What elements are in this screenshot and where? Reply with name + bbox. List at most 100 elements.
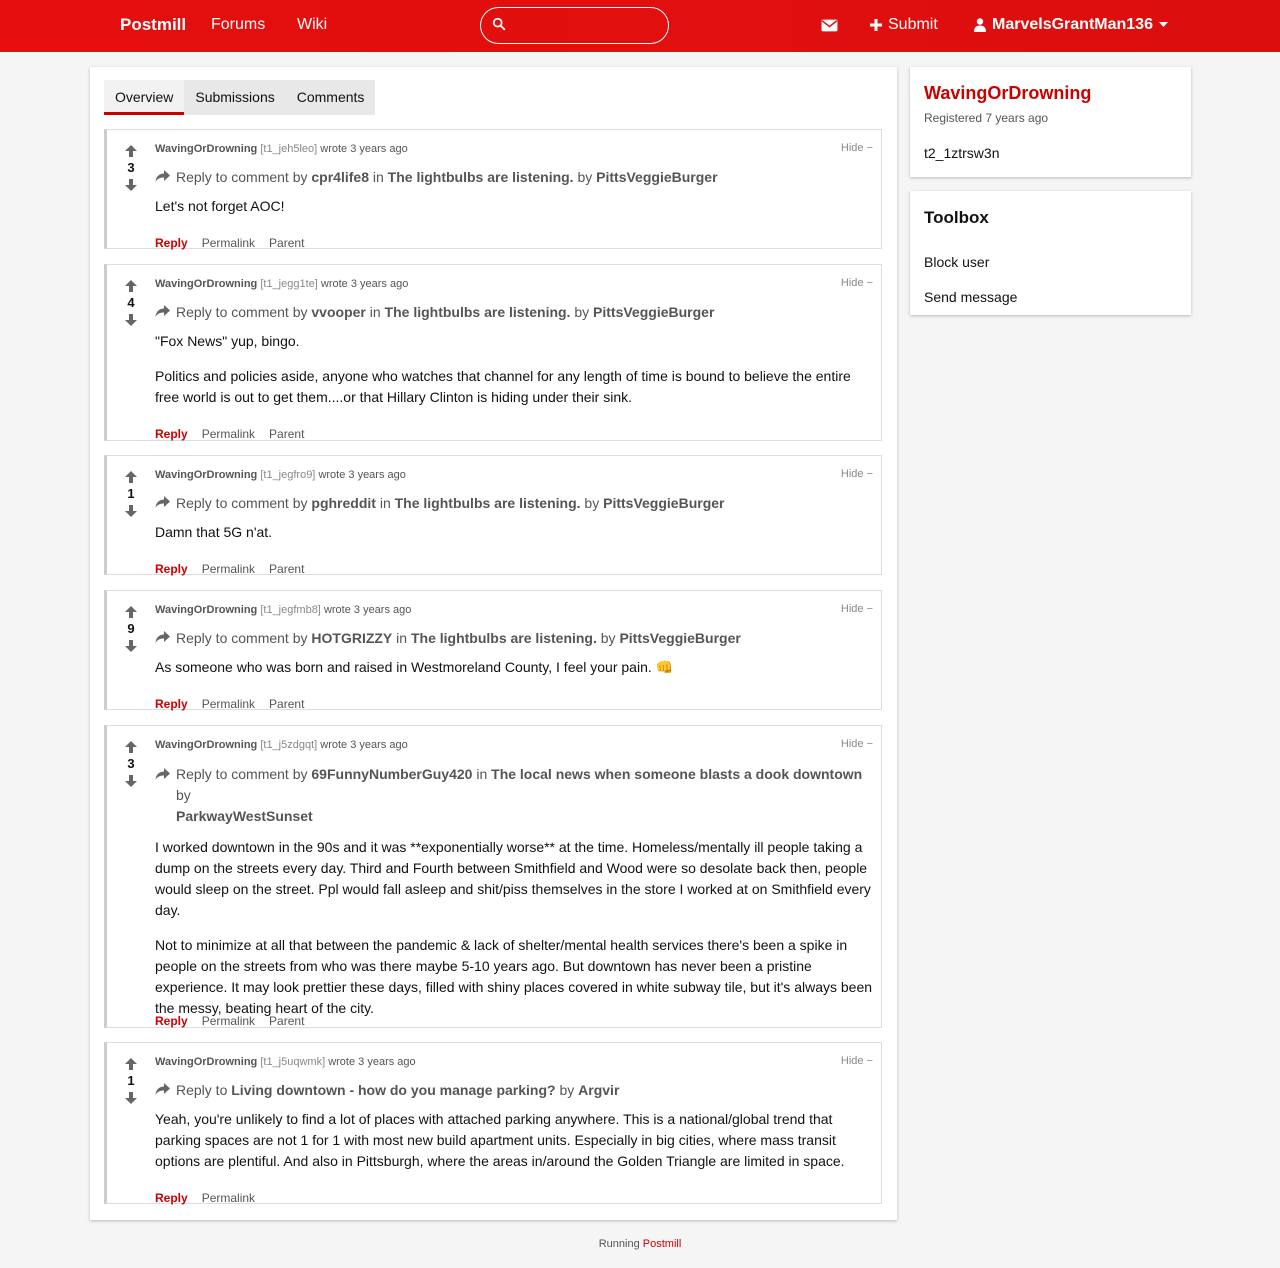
- post-author-link[interactable]: PittsVeggieBurger: [619, 630, 740, 646]
- parent-user-link[interactable]: 69FunnyNumberGuy420: [311, 766, 472, 782]
- comment-item: 3 WavingOrDrowning [t1_j5zdgqt] wrote 3 …: [104, 725, 882, 1028]
- search-input[interactable]: [515, 14, 655, 38]
- user-menu[interactable]: MarvelsGrantMan136: [974, 16, 1168, 34]
- footer-postmill-link[interactable]: Postmill: [643, 1238, 682, 1250]
- share-arrow-icon: [155, 170, 170, 182]
- downvote-arrow-icon[interactable]: [124, 178, 138, 192]
- comment-author[interactable]: WavingOrDrowning: [155, 469, 257, 481]
- nav-forums[interactable]: Forums: [211, 16, 265, 34]
- comment-item: 9 WavingOrDrowning [t1_jegfmb8] wrote 3 …: [104, 590, 882, 711]
- brand-logo[interactable]: Postmill: [120, 15, 186, 35]
- comment-body: Let's not forget AOC!: [155, 196, 873, 217]
- permalink-link[interactable]: Permalink: [202, 236, 255, 250]
- post-author-link[interactable]: ParkwayWestSunset: [176, 808, 313, 824]
- hide-toggle[interactable]: Hide −: [841, 142, 873, 154]
- submit-button[interactable]: Submit: [870, 16, 938, 34]
- tab-overview[interactable]: Overview: [104, 80, 185, 115]
- hide-toggle[interactable]: Hide −: [841, 277, 873, 289]
- parent-link[interactable]: Parent: [269, 697, 304, 711]
- parent-link[interactable]: Parent: [269, 562, 304, 576]
- comment-id: [t1_j5uqwmk]: [260, 1056, 326, 1068]
- hide-toggle[interactable]: Hide −: [841, 468, 873, 480]
- parent-user-link[interactable]: HOTGRIZZY: [311, 630, 392, 646]
- post-title-link[interactable]: Living downtown - how do you manage park…: [231, 1082, 555, 1098]
- vote-box: 3: [124, 740, 138, 788]
- parent-link[interactable]: Parent: [269, 427, 304, 441]
- upvote-arrow-icon[interactable]: [124, 279, 138, 293]
- user-icon: [974, 18, 986, 32]
- reply-link[interactable]: Reply: [155, 1191, 188, 1205]
- downvote-arrow-icon[interactable]: [124, 504, 138, 518]
- reply-link[interactable]: Reply: [155, 697, 188, 711]
- comment-score: 9: [127, 621, 135, 636]
- hide-toggle[interactable]: Hide −: [841, 738, 873, 750]
- hide-toggle[interactable]: Hide −: [841, 1055, 873, 1067]
- comment-content: WavingOrDrowning [t1_jegfmb8] wrote 3 ye…: [155, 603, 873, 711]
- comment-body: As someone who was born and raised in We…: [155, 657, 873, 678]
- vote-box: 4: [124, 279, 138, 327]
- permalink-link[interactable]: Permalink: [202, 427, 255, 441]
- upvote-arrow-icon[interactable]: [124, 605, 138, 619]
- downvote-arrow-icon[interactable]: [124, 313, 138, 327]
- comment-actions: Reply Permalink Parent: [155, 1014, 304, 1028]
- comment-time: wrote 3 years ago: [320, 739, 408, 751]
- reply-link[interactable]: Reply: [155, 562, 188, 576]
- parent-user-link[interactable]: cpr4life8: [311, 169, 369, 185]
- post-title-link[interactable]: The lightbulbs are listening.: [385, 304, 571, 320]
- post-title-link[interactable]: The lightbulbs are listening.: [388, 169, 574, 185]
- comment-meta: WavingOrDrowning [t1_j5uqwmk] wrote 3 ye…: [155, 1055, 873, 1069]
- comment-author[interactable]: WavingOrDrowning: [155, 1056, 257, 1068]
- comment-time: wrote 3 years ago: [323, 604, 412, 616]
- reply-in-label: in: [476, 766, 488, 782]
- comment-content: WavingOrDrowning [t1_jeh5leo] wrote 3 ye…: [155, 142, 873, 250]
- downvote-arrow-icon[interactable]: [124, 639, 138, 653]
- user-activity-panel: Overview Submissions Comments 3 WavingOr…: [90, 67, 897, 1220]
- post-author-link[interactable]: Argvir: [578, 1082, 619, 1098]
- hide-toggle[interactable]: Hide −: [841, 603, 873, 615]
- upvote-arrow-icon[interactable]: [124, 740, 138, 754]
- post-title-link[interactable]: The local news when someone blasts a doo…: [491, 766, 862, 782]
- permalink-link[interactable]: Permalink: [202, 1191, 255, 1205]
- reply-by-label: by: [574, 304, 590, 320]
- parent-link[interactable]: Parent: [269, 1014, 304, 1028]
- upvote-arrow-icon[interactable]: [124, 144, 138, 158]
- footer-prefix: Running: [598, 1238, 640, 1250]
- comment-actions: Reply Permalink Parent: [155, 236, 304, 250]
- upvote-arrow-icon[interactable]: [124, 470, 138, 484]
- tab-submissions[interactable]: Submissions: [184, 80, 285, 115]
- tab-comments[interactable]: Comments: [286, 80, 376, 115]
- nav-wiki[interactable]: Wiki: [297, 16, 327, 34]
- reply-in-label: in: [372, 169, 384, 185]
- permalink-link[interactable]: Permalink: [202, 697, 255, 711]
- downvote-arrow-icon[interactable]: [124, 774, 138, 788]
- post-title-link[interactable]: The lightbulbs are listening.: [411, 630, 597, 646]
- reply-link[interactable]: Reply: [155, 1014, 188, 1028]
- block-user-link[interactable]: Block user: [924, 254, 989, 270]
- parent-user-link[interactable]: vvooper: [311, 304, 365, 320]
- send-message-link[interactable]: Send message: [924, 289, 1017, 305]
- vote-box: 1: [124, 470, 138, 518]
- upvote-arrow-icon[interactable]: [124, 1057, 138, 1071]
- permalink-link[interactable]: Permalink: [202, 1014, 255, 1028]
- post-author-link[interactable]: PittsVeggieBurger: [603, 495, 724, 511]
- downvote-arrow-icon[interactable]: [124, 1091, 138, 1105]
- reply-link[interactable]: Reply: [155, 427, 188, 441]
- reply-link[interactable]: Reply: [155, 236, 188, 250]
- page-footer: Running Postmill: [0, 1238, 1280, 1250]
- comment-author[interactable]: WavingOrDrowning: [155, 739, 257, 751]
- post-author-link[interactable]: PittsVeggieBurger: [593, 304, 714, 320]
- permalink-link[interactable]: Permalink: [202, 562, 255, 576]
- profile-username[interactable]: WavingOrDrowning: [924, 83, 1091, 104]
- post-title-link[interactable]: The lightbulbs are listening.: [395, 495, 581, 511]
- parent-link[interactable]: Parent: [269, 236, 304, 250]
- post-author-link[interactable]: PittsVeggieBurger: [596, 169, 717, 185]
- share-arrow-icon: [155, 768, 170, 780]
- envelope-icon[interactable]: [821, 17, 838, 34]
- parent-user-link[interactable]: pghreddit: [311, 495, 376, 511]
- comment-author[interactable]: WavingOrDrowning: [155, 604, 257, 616]
- comment-time: wrote 3 years ago: [318, 469, 406, 481]
- search-box[interactable]: [480, 7, 669, 44]
- comment-author[interactable]: WavingOrDrowning: [155, 143, 257, 155]
- reply-in-label: in: [396, 630, 408, 646]
- comment-author[interactable]: WavingOrDrowning: [155, 278, 257, 290]
